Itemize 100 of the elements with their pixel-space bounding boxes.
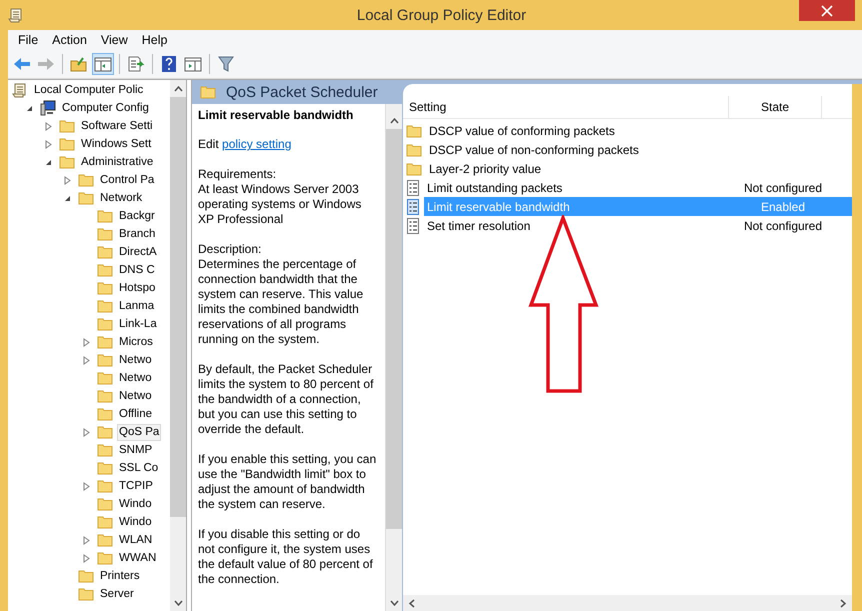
folder-icon: [78, 587, 94, 601]
collapsed-arrow-icon[interactable]: [64, 176, 71, 184]
column-header[interactable]: Setting: [403, 96, 729, 118]
folder-icon: [97, 335, 113, 349]
scroll-icon: [8, 7, 24, 23]
column-header[interactable]: State: [729, 96, 822, 118]
folder-icon: [59, 137, 75, 151]
collapsed-arrow-icon[interactable]: [83, 356, 90, 364]
folder-icon: [59, 119, 75, 133]
scroll-right-icon[interactable]: [839, 598, 847, 608]
menu-item[interactable]: Action: [45, 33, 94, 47]
folder-icon: [406, 142, 422, 156]
scroll-up-icon[interactable]: [390, 118, 398, 124]
table-row[interactable]: Layer-2 priority value: [426, 159, 852, 178]
tree-item[interactable]: Backgr: [117, 208, 157, 224]
tree-item[interactable]: Windo: [117, 514, 154, 530]
tree-item[interactable]: Windo: [117, 496, 154, 512]
folder-icon: [78, 191, 94, 205]
tree-item[interactable]: Local Computer Polic: [32, 82, 146, 98]
folder-icon: [97, 317, 113, 331]
tree-item[interactable]: DNS C: [117, 262, 157, 278]
folder-icon: [97, 515, 113, 529]
action-pane-icon: [184, 56, 202, 72]
scroll-down-icon[interactable]: [174, 600, 182, 606]
scrollbar[interactable]: [403, 595, 852, 611]
table-row[interactable]: Set timer resolution Not configured: [424, 216, 852, 235]
setting-state: Enabled: [760, 198, 806, 216]
collapsed-arrow-icon[interactable]: [83, 536, 90, 544]
setting-name: Set timer resolution: [426, 218, 532, 234]
policy-title: Limit reservable bandwidth: [198, 108, 354, 123]
tree-item[interactable]: WWAN: [117, 550, 158, 566]
folder-icon: [97, 533, 113, 547]
collapsed-arrow-icon[interactable]: [45, 140, 52, 148]
help-icon: [161, 55, 177, 73]
tree-item[interactable]: TCPIP: [117, 478, 155, 494]
collapsed-arrow-icon[interactable]: [83, 428, 90, 436]
tree-item[interactable]: Branch: [117, 226, 158, 242]
close-icon: [821, 4, 833, 16]
scroll-up-icon[interactable]: [174, 86, 182, 92]
filter-icon: [218, 56, 234, 72]
description-paragraph: Requirements: At least Windows Server 2003 operating systems or Windows XP Professional: [198, 167, 362, 227]
description-paragraph: If you enable this setting, you can use the "Bandwidth limit" box to adjust the amount of bandwidth the system can reserve.: [198, 452, 378, 512]
folder-icon: [97, 479, 113, 493]
tree-item[interactable]: Netwo: [117, 388, 154, 404]
table-row[interactable]: DSCP value of conforming packets: [426, 121, 852, 140]
tree-item[interactable]: Netwo: [117, 352, 154, 368]
tree-item[interactable]: Offline: [117, 406, 154, 422]
tree-item[interactable]: QoS Pa: [117, 424, 162, 440]
expanded-arrow-icon[interactable]: [26, 104, 33, 112]
setting-name: Limit outstanding packets: [426, 180, 564, 196]
close-button[interactable]: [799, 0, 855, 21]
scroll-left-icon[interactable]: [408, 598, 416, 608]
tree-item[interactable]: Network: [98, 190, 144, 206]
collapsed-arrow-icon[interactable]: [83, 554, 90, 562]
description-paragraph: Description: Determines the percentage of connection bandwidth that the system can reserve. This value limits the combined bandwidth reservations of all programs running on the system.: [198, 242, 364, 347]
tree-item[interactable]: SNMP: [117, 442, 154, 458]
setting-name: DSCP value of non-conforming packets: [428, 142, 640, 158]
folder-icon: [97, 281, 113, 295]
policy-setting-link[interactable]: policy setting: [222, 137, 292, 151]
folder-icon: [78, 569, 94, 583]
tree-item[interactable]: Link-La: [117, 316, 159, 332]
tree-item[interactable]: DirectA: [117, 244, 159, 260]
folder-icon: [97, 389, 113, 403]
tree-item[interactable]: Windows Sett: [79, 136, 154, 152]
scrollbar[interactable]: [170, 80, 186, 611]
collapsed-arrow-icon[interactable]: [83, 482, 90, 490]
menu-item[interactable]: View: [94, 33, 135, 47]
folder-icon: [97, 425, 113, 439]
toolbar-button[interactable]: [92, 53, 114, 75]
tree-item[interactable]: Micros: [117, 334, 155, 350]
export-list-icon: [127, 56, 145, 72]
tree-item[interactable]: Lanma: [117, 298, 156, 314]
folder-icon: [97, 263, 113, 277]
table-row[interactable]: DSCP value of non-conforming packets: [426, 140, 852, 159]
tree-item[interactable]: Computer Config: [60, 100, 151, 116]
folder-icon: [200, 85, 216, 99]
tree-item[interactable]: Hotspo: [117, 280, 158, 296]
menu-item[interactable]: Help: [134, 33, 174, 47]
table-row[interactable]: Limit outstanding packets Not configured: [424, 178, 852, 197]
tree-item[interactable]: SSL Co: [117, 460, 160, 476]
scroll-down-icon[interactable]: [390, 600, 398, 606]
tree-item[interactable]: Administrative: [79, 154, 156, 170]
tree-item[interactable]: Netwo: [117, 370, 154, 386]
expanded-arrow-icon[interactable]: [64, 194, 71, 202]
tree-item[interactable]: Server: [98, 586, 136, 602]
tree-item[interactable]: WLAN: [117, 532, 154, 548]
tree-item[interactable]: Control Pa: [98, 172, 156, 188]
menu-item[interactable]: File: [11, 33, 46, 47]
scrollbar[interactable]: [385, 104, 402, 611]
description-paragraph: If you disable this setting or do not configure it, the system uses the default value of 80 percent of the connection.: [198, 527, 374, 587]
description-paragraph: By default, the Packet Scheduler limits the system to 80 percent of the bandwidth of a connection, but you can use this setting to override the default.: [198, 362, 374, 437]
tree-item[interactable]: Printers: [98, 568, 142, 584]
folder-icon: [78, 173, 94, 187]
collapsed-arrow-icon[interactable]: [83, 338, 90, 346]
back-arrow-icon: [13, 57, 31, 71]
folder-icon: [97, 407, 113, 421]
policy-document-icon: [406, 198, 420, 214]
tree-item[interactable]: Software Setti: [79, 118, 155, 134]
collapsed-arrow-icon[interactable]: [45, 122, 52, 130]
expanded-arrow-icon[interactable]: [45, 158, 52, 166]
